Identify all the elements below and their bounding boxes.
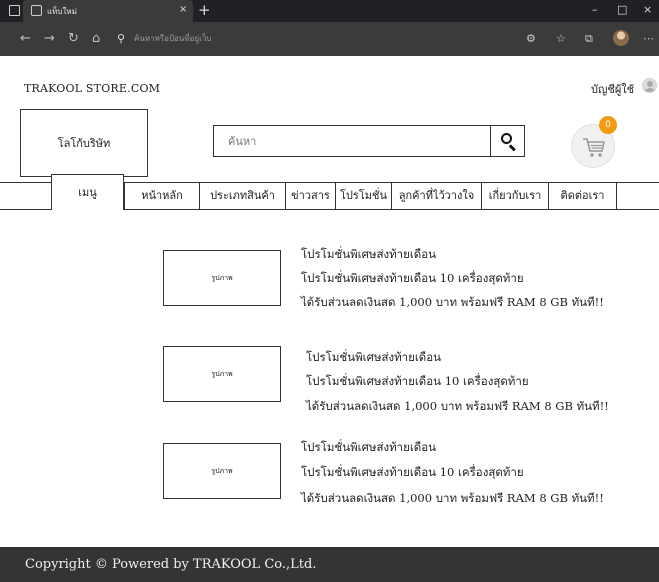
- site-name[interactable]: TRAKOOL STORE.COM: [24, 82, 160, 95]
- favorites-icon[interactable]: ☆: [556, 31, 566, 46]
- new-tab-button[interactable]: +: [198, 1, 211, 19]
- reload-icon[interactable]: ↻: [68, 31, 79, 46]
- minimize-button[interactable]: –: [592, 3, 598, 17]
- search-button[interactable]: [490, 125, 525, 157]
- promo-title: โปรโมชั่นพิเศษส่งท้ายเดือน: [306, 350, 442, 364]
- profile-icon[interactable]: [613, 30, 629, 46]
- promo-subtitle: โปรโมชั่นพิเศษส่งท้ายเดือน 10 เครื่องสุด…: [301, 271, 524, 285]
- tab-title: แท็บใหม่: [47, 7, 77, 16]
- forward-icon[interactable]: →: [44, 31, 55, 46]
- cart-count-badge: 0: [599, 116, 617, 134]
- nav-menu[interactable]: เมนู: [51, 174, 124, 210]
- settings-icon[interactable]: ⚙: [526, 31, 536, 46]
- company-logo[interactable]: โลโก้บริษัท: [20, 109, 148, 177]
- address-bar-input[interactable]: ค้นหาหรือป้อนที่อยู่เว็บ: [134, 31, 384, 47]
- main-navigation: เมนู หน้าหลัก ประเภทสินค้า ข่าวสาร โปรโม…: [0, 174, 659, 210]
- footer: Copyright © Powered by TRAKOOL Co.,Ltd.: [0, 547, 659, 582]
- user-avatar-icon[interactable]: [642, 78, 657, 93]
- promo-detail: ได้รับส่วนลดเงินสด 1,000 บาท พร้อมฟรี RA…: [301, 491, 604, 505]
- browser-toolbar: ← → ↻ ⌂ ⚲ ค้นหาหรือป้อนที่อยู่เว็บ ⚙ ☆ ⧉…: [0, 22, 659, 56]
- window-icon[interactable]: [9, 5, 20, 16]
- nav-trusted-customers[interactable]: ลูกค้าที่ไว้วางใจ: [391, 183, 481, 210]
- address-search-icon: ⚲: [117, 32, 126, 45]
- cart-icon: [583, 138, 605, 157]
- nav-home[interactable]: หน้าหลัก: [124, 183, 199, 210]
- tab-close-icon[interactable]: ×: [179, 4, 187, 16]
- promo-image[interactable]: รูปภาพ: [163, 443, 281, 499]
- nav-about-us[interactable]: เกี่ยวกับเรา: [481, 183, 548, 210]
- logo-label: โลโก้บริษัท: [57, 137, 111, 150]
- promo-detail: ได้รับส่วนลดเงินสด 1,000 บาท พร้อมฟรี RA…: [306, 399, 609, 413]
- promo-detail: ได้รับส่วนลดเงินสด 1,000 บาท พร้อมฟรี RA…: [301, 295, 604, 309]
- more-icon[interactable]: ⋯: [643, 31, 654, 46]
- nav-product-types[interactable]: ประเภทสินค้า: [199, 183, 285, 210]
- home-icon[interactable]: ⌂: [92, 31, 100, 46]
- nav-promotions[interactable]: โปรโมชั่น: [335, 183, 391, 210]
- search-input[interactable]: [213, 125, 491, 157]
- footer-copyright: Copyright © Powered by TRAKOOL Co.,Ltd.: [25, 557, 317, 572]
- promo-image[interactable]: รูปภาพ: [163, 250, 281, 306]
- promo-subtitle: โปรโมชั่นพิเศษส่งท้ายเดือน 10 เครื่องสุด…: [301, 465, 524, 479]
- promo-title: โปรโมชั่นพิเศษส่งท้ายเดือน: [301, 440, 437, 454]
- promo-image-label: รูปภาพ: [211, 273, 233, 282]
- promo-image-label: รูปภาพ: [211, 466, 233, 475]
- back-icon[interactable]: ←: [20, 31, 31, 46]
- tab-favicon: [31, 5, 42, 16]
- browser-tab-strip: แท็บใหม่ × + – □ ×: [0, 0, 659, 22]
- search-icon: [501, 133, 512, 144]
- promo-subtitle: โปรโมชั่นพิเศษส่งท้ายเดือน 10 เครื่องสุด…: [306, 374, 529, 388]
- promo-title: โปรโมชั่นพิเศษส่งท้ายเดือน: [301, 247, 437, 261]
- collections-icon[interactable]: ⧉: [585, 31, 593, 46]
- browser-tab[interactable]: แท็บใหม่ ×: [23, 0, 193, 22]
- promo-image[interactable]: รูปภาพ: [163, 346, 281, 402]
- nav-contact-us[interactable]: ติดต่อเรา: [548, 183, 616, 210]
- user-account-link[interactable]: บัญชีผู้ใช้: [591, 80, 634, 98]
- maximize-button[interactable]: □: [617, 3, 627, 17]
- promo-image-label: รูปภาพ: [211, 369, 233, 378]
- close-window-button[interactable]: ×: [643, 3, 652, 17]
- nav-news[interactable]: ข่าวสาร: [285, 183, 335, 210]
